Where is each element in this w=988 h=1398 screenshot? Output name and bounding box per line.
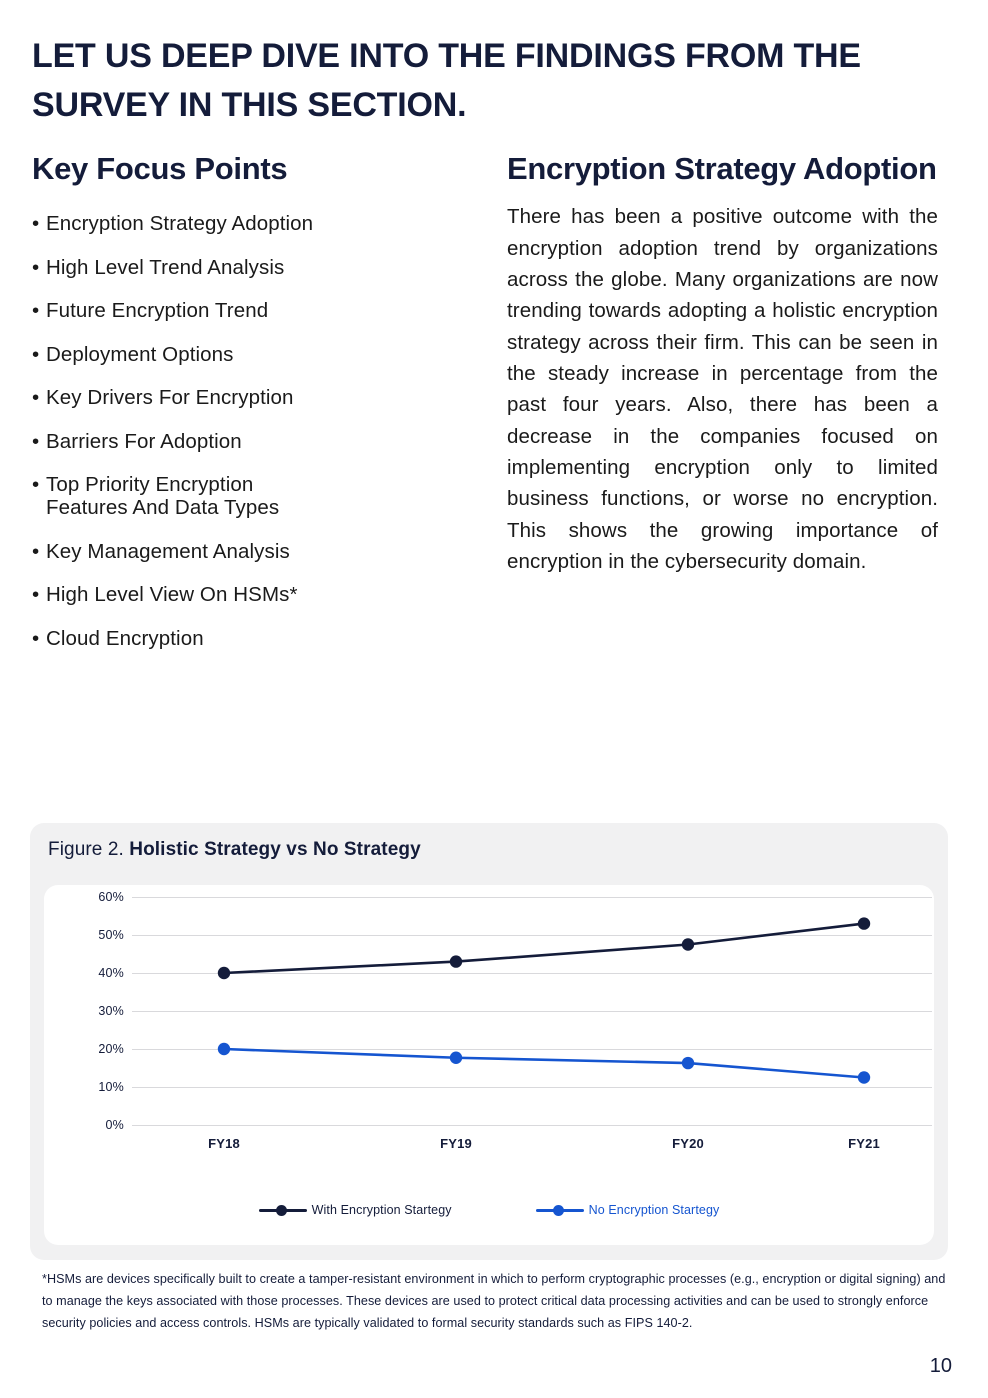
legend-entry[interactable]: No Encryption Startegy [535,1203,720,1217]
chart-data-point [857,917,871,930]
chart-series-layer [217,917,871,1084]
key-focus-points-list: • Encryption Strategy Adoption • High Level… [32,213,445,650]
focus-point-label: High Level Trend Analysis [46,255,285,279]
legend-label: With Encryption Startegy [311,1203,452,1217]
focus-point-item: • Deployment Options [32,342,445,367]
encryption-strategy-paragraph: There has been a positive outcome with t… [507,205,938,574]
figure-caption-title: Holistic Strategy vs No Strategy [129,839,421,860]
encryption-strategy-heading: Encryption Strategy Adoption [507,151,937,186]
chart-data-point [217,1042,231,1056]
chart-data-point [217,966,231,980]
focus-point-item: • Key Management Analysis [32,539,445,564]
bullet-icon: • [32,583,40,607]
content-columns: Key Focus Points • Encryption Strategy Ad… [0,150,988,671]
legend-marker-icon [258,1203,307,1217]
key-focus-points-heading: Key Focus Points [32,151,288,186]
figure-caption-label: Figure 2. [48,839,124,860]
focus-point-item: • Future Encryption Trend [32,300,445,323]
chart-line [222,922,866,975]
hsm-footnote: *HSMs are devices specifically built to … [42,1272,946,1331]
chart-data-point [681,1056,695,1070]
chart-plot-area: 0% 10% 20% 30% 40% 50% 60% FY18 FY19 FY20 FY21 Wi… [44,885,934,1245]
bullet-icon: • [32,299,40,323]
focus-point-label: Future Encryption Trend [46,299,269,323]
x-axis-tick-label: FY20 [672,1136,704,1151]
chart-data-point [857,1071,871,1084]
bullet-icon: • [32,539,40,563]
legend-label: No Encryption Startegy [588,1203,720,1217]
focus-point-item: • Barriers For Adoption [32,429,445,454]
encryption-strategy-column: Encryption Strategy Adoption There has b… [455,150,988,578]
key-focus-points-column: Key Focus Points • Encryption Strategy Ad… [0,150,455,671]
focus-point-label: High Level View On HSMs* [46,583,298,607]
chart-data-point [449,955,463,968]
page-title: LET US DEEP DIVE INTO THE FINDINGS FROM … [32,37,861,125]
focus-point-label: Barriers For Adoption [46,429,242,453]
focus-point-label: Key Management Analysis [46,539,290,563]
focus-point-item: • High Level Trend Analysis [32,255,445,280]
page-number: 10 [929,1355,952,1377]
bullet-icon: • [32,429,40,453]
bullet-icon: • [32,255,40,279]
figure-caption: Figure 2. Holistic Strategy vs No Strate… [48,839,421,861]
x-axis-tick-label: FY21 [848,1136,880,1151]
bullet-icon: • [32,473,40,497]
chart-data-point [449,1051,463,1064]
bullet-icon: • [32,626,40,650]
focus-point-label: Top Priority Encryption Features And Dat… [46,473,280,520]
legend-entry[interactable]: With Encryption Startegy [258,1203,452,1217]
chart-data-point [681,938,695,951]
focus-point-label: Key Drivers For Encryption [46,386,294,410]
chart-line [222,1047,866,1079]
focus-point-item: • High Level View On HSMs* [32,584,445,607]
bullet-icon: • [32,386,40,410]
x-axis-tick-label: FY19 [440,1136,472,1151]
bullet-icon: • [32,342,40,366]
bullet-icon: • [32,212,40,236]
legend-marker-icon [535,1203,584,1217]
x-axis-tick-label: FY18 [208,1136,240,1151]
focus-point-label: Encryption Strategy Adoption [46,212,314,236]
focus-point-item: • Top Priority Encryption Features And Da… [32,474,445,519]
focus-point-item: • Encryption Strategy Adoption [32,213,445,236]
figure-card: Figure 2. Holistic Strategy vs No Strate… [30,823,948,1260]
chart-legend: With Encryption Startegy No Encryption St… [44,1203,934,1217]
focus-point-label: Deployment Options [46,342,234,366]
document-page: LET US DEEP DIVE INTO THE FINDINGS FROM … [0,0,988,1398]
focus-point-label: Cloud Encryption [46,626,204,650]
focus-point-item: • Key Drivers For Encryption [32,387,445,410]
focus-point-item: • Cloud Encryption [32,626,445,651]
